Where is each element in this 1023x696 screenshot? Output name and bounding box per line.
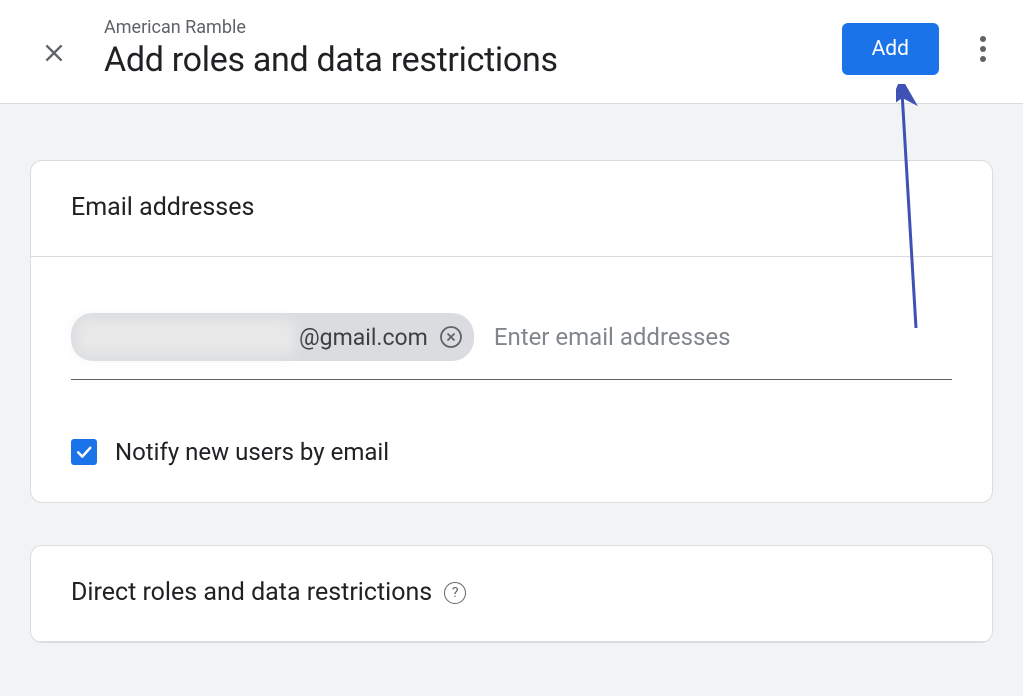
more-vert-icon[interactable] (967, 29, 999, 69)
page-title: Add roles and data restrictions (104, 40, 842, 80)
help-icon[interactable]: ? (444, 582, 466, 604)
chip-redacted-name (77, 319, 295, 355)
roles-card: Direct roles and data restrictions ? (30, 545, 993, 643)
roles-card-header: Direct roles and data restrictions ? (31, 546, 992, 642)
chip-remove-icon[interactable] (438, 324, 464, 350)
notify-checkbox-row: Notify new users by email (71, 438, 952, 466)
email-addresses-card: Email addresses @gmail.com (30, 160, 993, 503)
roles-card-title: Direct roles and data restrictions (71, 578, 432, 607)
header-titles: American Ramble Add roles and data restr… (104, 17, 842, 80)
email-input-row: @gmail.com (71, 313, 952, 380)
close-icon[interactable] (40, 39, 68, 67)
breadcrumb: American Ramble (104, 17, 842, 38)
notify-checkbox-label: Notify new users by email (115, 438, 389, 466)
email-card-body: @gmail.com Not (31, 257, 992, 502)
add-button[interactable]: Add (842, 23, 939, 75)
email-chip[interactable]: @gmail.com (71, 313, 474, 361)
header-bar: American Ramble Add roles and data restr… (0, 0, 1023, 104)
chip-domain-text: @gmail.com (299, 324, 428, 351)
email-card-title: Email addresses (31, 161, 992, 257)
content-area: Email addresses @gmail.com (0, 104, 1023, 696)
notify-checkbox[interactable] (71, 439, 97, 465)
email-input[interactable] (494, 323, 952, 351)
